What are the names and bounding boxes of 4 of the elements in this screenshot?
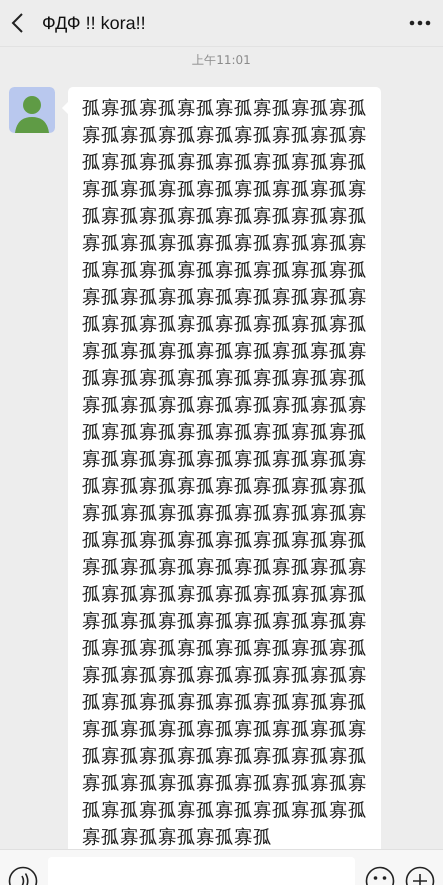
message-text: 孤寡孤寡孤寡孤寡孤寡孤寡孤寡孤寡孤寡孤寡孤寡孤寡孤寡孤寡孤寡孤寡孤寡孤寡孤寡孤寡孤寡孤寡孤寡孤寡孤寡孤寡孤寡孤寡孤寡孤寡孤寡孤寡孤寡孤寡孤寡孤寡孤寡孤寡孤寡孤寡孤寡孤寡孤寡孤寡孤寡孤寡孤寡孤寡孤寡孤寡孤寡孤寡孤寡孤寡孤寡孤寡孤寡孤寡孤寡孤寡孤寡孤寡孤寡孤寡孤寡孤寡孤寡孤寡孤寡孤寡孤寡孤寡孤寡孤寡孤寡孤寡孤寡孤寡孤寡孤寡孤寡孤寡孤寡孤寡孤寡孤寡孤寡孤寡孤寡孤寡孤寡孤寡孤寡孤寡孤寡孤寡孤寡孤寡孤寡孤寡孤寡孤寡孤寡孤寡孤寡孤寡孤寡孤寡孤寡孤寡孤寡孤寡孤寡孤寡孤寡孤寡孤寡孤寡孤寡孤寡孤寡孤寡孤寡孤寡孤寡孤寡孤寡孤寡孤寡孤寡孤寡孤寡孤寡孤寡孤寡孤寡孤寡孤寡孤寡孤寡孤寡孤寡孤寡孤寡孤寡孤寡孤寡孤寡孤寡孤寡孤寡孤寡孤寡孤寡孤寡孤寡孤寡孤寡孤寡孤寡孤寡孤寡孤寡孤寡孤寡孤寡孤寡孤寡孤寡孤寡孤寡孤寡孤寡孤寡孤寡孤寡孤寡孤寡孤寡孤寡孤寡孤寡孤寡孤寡孤寡孤寡孤寡孤寡孤寡孤寡孤寡孤寡孤寡孤寡孤寡孤寡孤寡孤寡孤寡孤寡孤寡孤寡孤寡孤寡孤寡孤寡孤寡孤 [82,97,367,849]
more-icon[interactable] [409,20,431,26]
timestamp: 上午11:01 [192,52,251,69]
chat-title: ФДФ !! kora!! [42,12,147,34]
